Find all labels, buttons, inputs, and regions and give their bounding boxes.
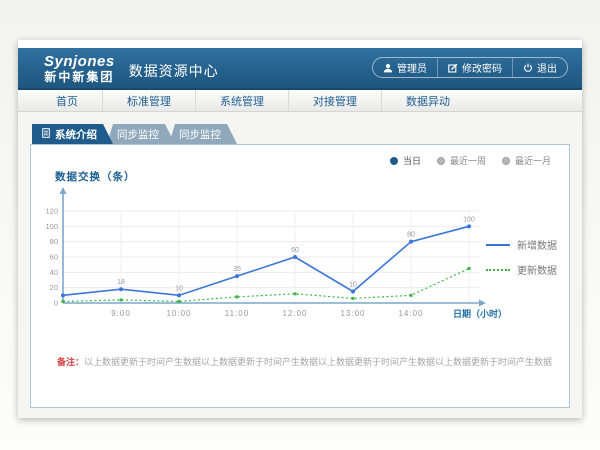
app-window: Synjones 新中新集团 数据资源中心 管理员 修改密码 退出 xyxy=(18,40,582,418)
page-title: 数据资源中心 xyxy=(129,61,219,81)
main-nav: 首页标准管理系统管理对接管理数据异动 xyxy=(18,88,582,112)
radio-label: 最近一周 xyxy=(450,154,486,167)
x-tick-label: 12:00 xyxy=(282,309,307,318)
x-tick-label: 9:00 xyxy=(111,309,131,318)
x-axis-arrow xyxy=(479,300,486,307)
data-point xyxy=(409,240,413,244)
change-password-button[interactable]: 修改密码 xyxy=(437,58,512,77)
radio-label: 最近一月 xyxy=(515,154,551,167)
data-point xyxy=(178,300,181,303)
data-point-label: 18 xyxy=(117,279,125,286)
y-tick-label: 20 xyxy=(50,283,58,292)
tab-label: 同步监控 xyxy=(179,127,221,142)
y-tick-label: 40 xyxy=(50,268,58,277)
data-point xyxy=(177,293,181,297)
data-point xyxy=(468,267,471,270)
chart-y-axis-title: 数据交换（条） xyxy=(55,169,136,184)
x-tick-label: 11:00 xyxy=(225,309,249,318)
nav-item-对接管理[interactable]: 对接管理 xyxy=(288,90,381,111)
radio-label: 当日 xyxy=(403,154,421,167)
data-exchange-line-chart: 0 20 40 60 80 100 120 9:00 10:00 11:00 12:00 13:00 1… xyxy=(39,187,509,327)
user-icon xyxy=(383,63,393,73)
y-tick-label: 120 xyxy=(45,207,58,216)
footnote-label: 备注： xyxy=(57,357,84,367)
nav-item-系统管理[interactable]: 系统管理 xyxy=(195,90,288,111)
data-point xyxy=(120,298,123,301)
x-tick-label: 10:00 xyxy=(166,309,191,318)
content-area: 系统介绍 同步监控 同步监控 当日 最近一周 最近一月 数据交换（条） 0 20 40 60 8… xyxy=(18,112,582,418)
data-point xyxy=(61,293,65,297)
x-tick-label: 14:00 xyxy=(398,309,423,318)
data-point xyxy=(293,255,297,259)
nav-item-首页[interactable]: 首页 xyxy=(32,90,102,111)
user-menu: 管理员 修改密码 退出 xyxy=(372,57,568,78)
company-logo: Synjones 新中新集团 xyxy=(44,54,115,83)
data-point-label: 10 xyxy=(175,285,183,292)
radio-当日[interactable]: 当日 xyxy=(390,154,421,167)
tab-同步监控-1[interactable]: 同步监控 xyxy=(107,124,175,144)
legend-label: 新增数据 xyxy=(517,237,557,252)
radio-最近一周[interactable]: 最近一周 xyxy=(437,154,486,167)
logout-label: 退出 xyxy=(537,60,557,75)
y-tick-label: 80 xyxy=(50,237,58,246)
y-tick-label: 0 xyxy=(54,299,58,308)
tab-bar: 系统介绍 同步监控 同步监控 xyxy=(30,124,570,144)
data-point xyxy=(351,290,355,294)
data-point-label: 60 xyxy=(291,247,299,254)
radio-icon xyxy=(437,157,445,165)
footnote: 备注：以上数据更新于时间产生数据以上数据更新于时间产生数据以上数据更新于时间产生… xyxy=(57,355,553,368)
tab-label: 系统介绍 xyxy=(55,127,97,142)
radio-icon xyxy=(502,157,510,165)
data-point xyxy=(467,224,471,228)
data-point-label: 10 xyxy=(349,282,357,289)
user-button[interactable]: 管理员 xyxy=(373,58,437,77)
data-point xyxy=(235,274,239,278)
app-header: Synjones 新中新集团 数据资源中心 管理员 修改密码 退出 xyxy=(18,48,582,88)
logout-button[interactable]: 退出 xyxy=(512,58,567,77)
data-point-label: 100 xyxy=(463,216,475,223)
data-point xyxy=(294,292,297,295)
data-point xyxy=(410,294,413,297)
change-password-label: 修改密码 xyxy=(462,60,502,75)
tab-系统介绍-0[interactable]: 系统介绍 xyxy=(32,124,113,144)
solid-line-swatch xyxy=(486,244,510,246)
footnote-text: 以上数据更新于时间产生数据以上数据更新于时间产生数据以上数据更新于时间产生数据以… xyxy=(84,357,553,367)
y-tick-label: 100 xyxy=(45,222,58,231)
y-tick-label: 60 xyxy=(50,253,58,262)
nav-item-标准管理[interactable]: 标准管理 xyxy=(102,90,195,111)
dotted-line-swatch xyxy=(486,269,510,271)
y-axis-arrow xyxy=(60,187,67,194)
nav-item-数据异动[interactable]: 数据异动 xyxy=(381,90,474,111)
x-axis-title: 日期（小时） xyxy=(453,308,507,319)
document-icon xyxy=(42,128,50,141)
data-point xyxy=(119,287,123,291)
window-top-strip xyxy=(18,40,582,48)
logo-text-cn: 新中新集团 xyxy=(44,71,115,83)
data-point xyxy=(236,295,239,298)
system-intro-panel: 当日 最近一周 最近一月 数据交换（条） 0 20 40 60 80 100 120 9:00 10… xyxy=(30,144,570,408)
power-icon xyxy=(523,63,533,73)
radio-selected-icon xyxy=(390,157,398,165)
legend-item-新增数据: 新增数据 xyxy=(486,237,557,252)
data-point-label: 35 xyxy=(233,266,241,273)
data-point xyxy=(352,297,355,300)
data-point-label: 80 xyxy=(407,232,415,239)
chart-legend: 新增数据更新数据 xyxy=(486,237,557,277)
legend-item-更新数据: 更新数据 xyxy=(486,262,557,277)
logo-text-en: Synjones xyxy=(44,54,115,69)
radio-最近一月[interactable]: 最近一月 xyxy=(502,154,551,167)
user-label: 管理员 xyxy=(397,60,427,75)
legend-label: 更新数据 xyxy=(517,262,557,277)
tab-label: 同步监控 xyxy=(117,127,159,142)
tab-同步监控-2[interactable]: 同步监控 xyxy=(169,124,237,144)
data-point xyxy=(62,300,65,303)
x-tick-label: 13:00 xyxy=(340,309,365,318)
edit-icon xyxy=(448,63,458,73)
date-range-radios: 当日 最近一周 最近一月 xyxy=(390,154,551,167)
